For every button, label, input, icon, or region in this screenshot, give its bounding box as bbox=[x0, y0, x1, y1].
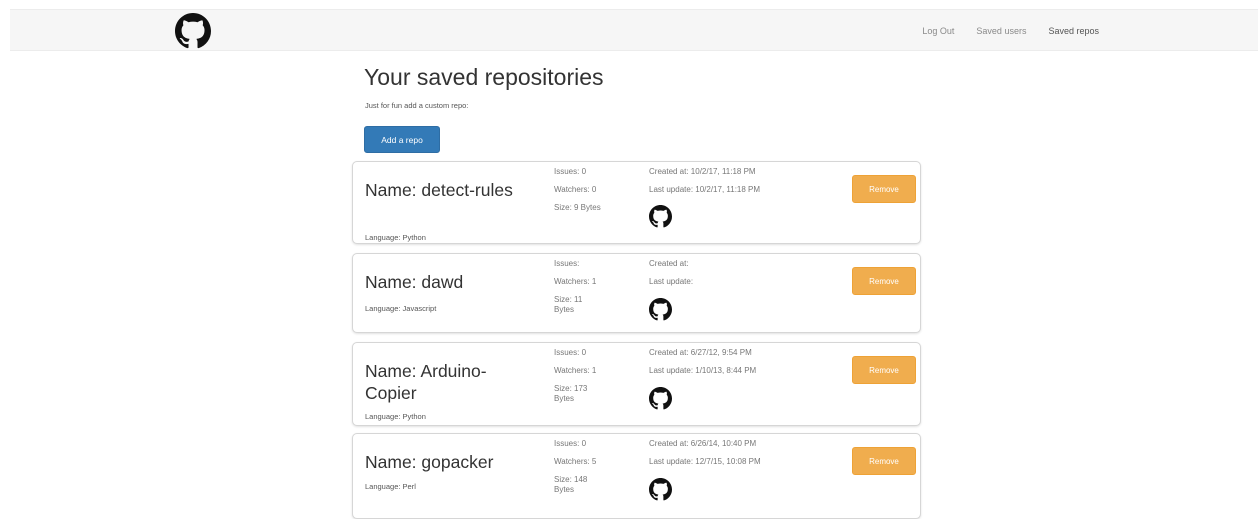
repo-watchers: Watchers: 0 bbox=[554, 185, 597, 194]
repo-issues: Issues: 0 bbox=[554, 348, 587, 357]
repo-issues: Issues: 0 bbox=[554, 167, 587, 176]
repo-stats: Issues: 0 Watchers: 5 Size: 148 Bytes bbox=[554, 439, 634, 503]
repo-language: Language: Python bbox=[365, 412, 426, 421]
github-octocat-icon[interactable] bbox=[649, 205, 672, 228]
nav-link-saved-users[interactable]: Saved users bbox=[965, 26, 1037, 36]
repo-created-at: Created at: bbox=[649, 259, 689, 268]
repo-card: Name: dawd Language: Javascript Issues: … bbox=[352, 253, 921, 333]
repo-watchers: Watchers: 1 bbox=[554, 277, 597, 286]
repo-name: Name: dawd bbox=[365, 272, 464, 292]
repo-dates: Created at: 6/26/14, 10:40 PM Last updat… bbox=[649, 439, 761, 475]
repo-last-update: Last update: 10/2/17, 11:18 PM bbox=[649, 185, 761, 194]
repo-language: Language: Javascript bbox=[365, 304, 437, 313]
repo-created-at: Created at: 6/26/14, 10:40 PM bbox=[649, 439, 757, 448]
repo-size: Size: 173 Bytes bbox=[554, 384, 588, 403]
repo-stats: Issues: 0 Watchers: 1 Size: 173 Bytes bbox=[554, 348, 634, 412]
repo-name: Name: gopacker bbox=[365, 452, 494, 472]
remove-repo-button[interactable]: Remove bbox=[852, 447, 916, 475]
page-subtitle: Just for fun add a custom repo: bbox=[365, 101, 469, 110]
remove-repo-button[interactable]: Remove bbox=[852, 356, 916, 384]
repo-last-update: Last update: bbox=[649, 277, 694, 286]
repo-last-update: Last update: 1/10/13, 8:44 PM bbox=[649, 366, 757, 375]
repo-card: Name: Arduino-Copier Language: Python Is… bbox=[352, 342, 921, 426]
remove-repo-button[interactable]: Remove bbox=[852, 175, 916, 203]
github-octocat-icon[interactable] bbox=[649, 298, 672, 321]
page-title: Your saved repositories bbox=[364, 64, 604, 90]
repo-watchers: Watchers: 5 bbox=[554, 457, 597, 466]
add-repo-button[interactable]: Add a repo bbox=[364, 126, 440, 153]
navbar: Log Out Saved users Saved repos bbox=[10, 9, 1258, 51]
repo-watchers: Watchers: 1 bbox=[554, 366, 597, 375]
repo-created-at: Created at: 6/27/12, 9:54 PM bbox=[649, 348, 752, 357]
remove-repo-button[interactable]: Remove bbox=[852, 267, 916, 295]
repo-card: Name: gopacker Language: Perl Issues: 0 … bbox=[352, 433, 921, 519]
repo-language: Language: Python bbox=[365, 233, 426, 242]
repo-name: Name: detect-rules bbox=[365, 180, 513, 200]
repo-issues: Issues: bbox=[554, 259, 580, 268]
repo-dates: Created at: Last update: bbox=[649, 259, 693, 295]
repo-issues: Issues: 0 bbox=[554, 439, 587, 448]
repo-dates: Created at: 10/2/17, 11:18 PM Last updat… bbox=[649, 167, 760, 203]
repo-card: Name: detect-rules Language: Python Issu… bbox=[352, 161, 921, 244]
repo-size: Size: 148 Bytes bbox=[554, 475, 588, 494]
repo-size: Size: 9 Bytes bbox=[554, 203, 601, 212]
repo-name: Name: Arduino-Copier bbox=[365, 361, 487, 403]
repo-created-at: Created at: 10/2/17, 11:18 PM bbox=[649, 167, 756, 176]
nav-links: Log Out Saved users Saved repos bbox=[911, 10, 1110, 52]
repo-last-update: Last update: 12/7/15, 10:08 PM bbox=[649, 457, 761, 466]
github-octocat-icon[interactable] bbox=[649, 478, 672, 501]
repo-dates: Created at: 6/27/12, 9:54 PM Last update… bbox=[649, 348, 756, 384]
repo-size: Size: 11 Bytes bbox=[554, 295, 583, 314]
nav-link-log-out[interactable]: Log Out bbox=[911, 26, 965, 36]
repo-stats: Issues: Watchers: 1 Size: 11 Bytes bbox=[554, 259, 634, 323]
repo-stats: Issues: 0 Watchers: 0 Size: 9 Bytes bbox=[554, 167, 634, 221]
nav-link-saved-repos[interactable]: Saved repos bbox=[1037, 26, 1110, 36]
repo-language: Language: Perl bbox=[365, 482, 416, 491]
github-logo-icon[interactable] bbox=[175, 13, 211, 49]
github-octocat-icon[interactable] bbox=[649, 387, 672, 410]
